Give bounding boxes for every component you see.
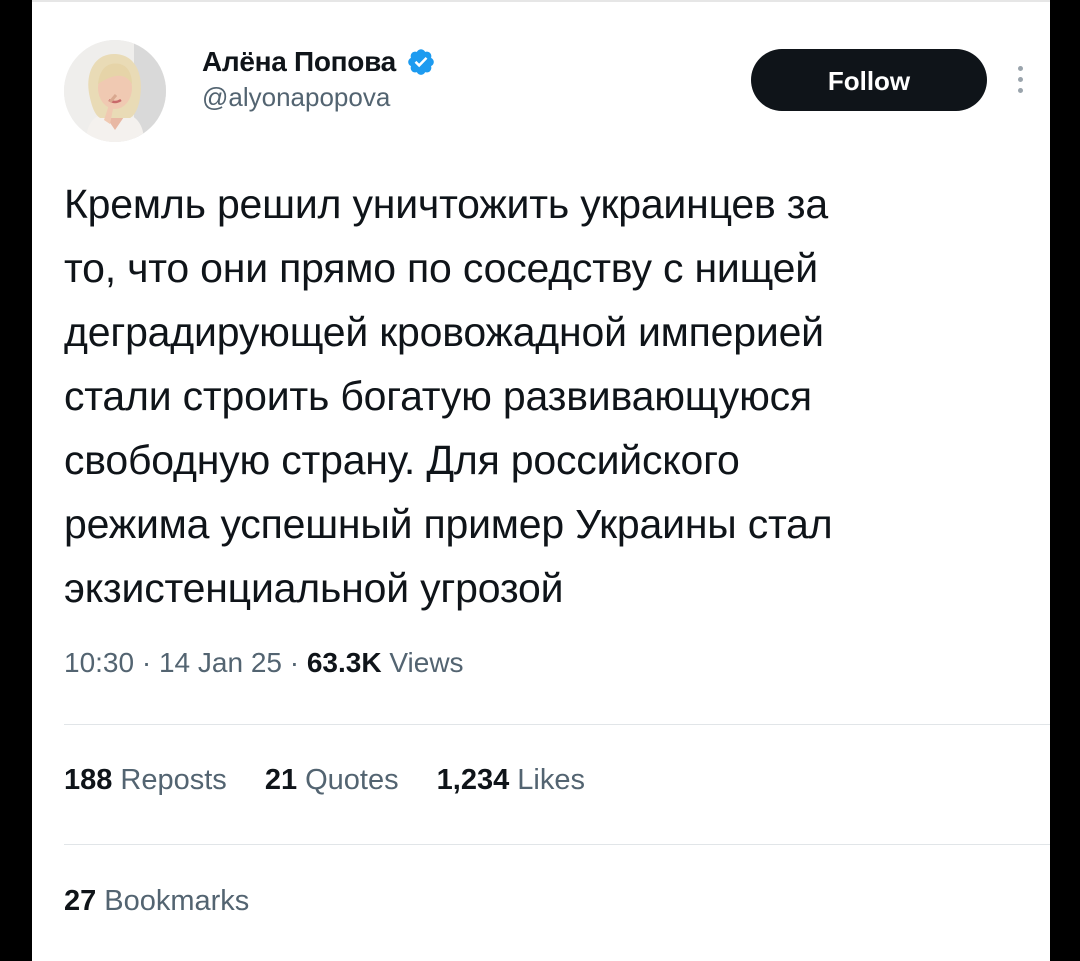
quotes-stat[interactable]: 21 Quotes <box>265 764 399 797</box>
divider <box>64 844 1050 845</box>
tweet-text-line: то, что они прямо по соседству с нищей <box>64 245 818 291</box>
author-names: Алёна Попова @alyonapopova <box>202 46 436 113</box>
tweet-card: Алёна Попова @alyonapopova Follow Кремль… <box>32 0 1050 961</box>
bookmarks-stat[interactable]: 27 Bookmarks <box>64 885 249 918</box>
follow-button[interactable]: Follow <box>751 49 987 111</box>
tweet-header: Алёна Попова @alyonapopova Follow <box>64 40 1023 150</box>
reposts-count: 188 <box>64 764 113 796</box>
tweet-time[interactable]: 10:30 <box>64 647 134 678</box>
tweet-date[interactable]: 14 Jan 25 <box>159 647 282 678</box>
tweet-text-line: стали строить богатую развивающуюся <box>64 373 812 419</box>
quotes-count: 21 <box>264 764 298 796</box>
tweet-text-line: свободную страну. Для российского <box>64 437 740 483</box>
reposts-label: Reposts <box>120 764 227 796</box>
likes-stat[interactable]: 1,234 Likes <box>437 764 585 797</box>
views-count: 63.3K <box>306 647 382 678</box>
more-vertical-icon[interactable] <box>1009 60 1033 100</box>
tweet-text-line: режима успешный пример Украины стал <box>64 501 833 547</box>
divider <box>64 724 1050 725</box>
meta-separator: · <box>141 647 152 678</box>
engagement-stats: 188 Reposts 21 Quotes 1,234 Likes <box>64 764 615 797</box>
reposts-stat[interactable]: 188 Reposts <box>64 764 227 797</box>
author-display-name[interactable]: Алёна Попова <box>202 46 396 78</box>
author-handle[interactable]: @alyonapopova <box>202 82 436 113</box>
tweet-text-line: деградирующей кровожадной империей <box>64 309 824 355</box>
tweet-text-line: Кремль решил уничтожить украинцев за <box>64 181 828 227</box>
quotes-label: Quotes <box>305 764 399 796</box>
bookmarks-count: 27 <box>64 885 97 917</box>
likes-label: Likes <box>517 764 585 796</box>
verified-badge-icon <box>406 47 436 77</box>
tweet-meta: 10:30 · 14 Jan 25 · 63.3K Views <box>64 647 464 679</box>
bookmarks-label: Bookmarks <box>104 885 250 917</box>
views-label: Views <box>389 647 464 678</box>
avatar-photo <box>64 40 166 142</box>
tweet-text-line: экзистенциальной угрозой <box>64 565 564 611</box>
tweet-text: Кремль решил уничтожить украинцев за то,… <box>64 172 1014 620</box>
meta-separator: · <box>289 647 300 678</box>
avatar[interactable] <box>64 40 166 142</box>
likes-count: 1,234 <box>436 764 510 796</box>
